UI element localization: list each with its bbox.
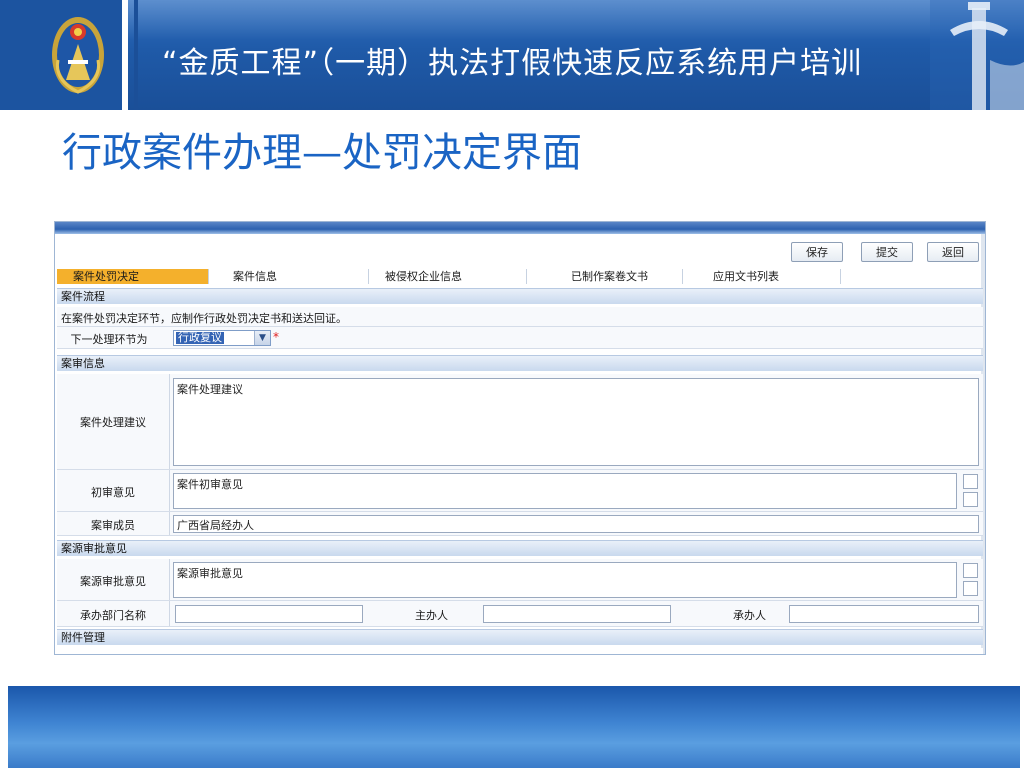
tab-penalty-decision[interactable]: 案件处罚决定: [57, 269, 209, 284]
app-topbar: [55, 222, 985, 234]
section-case-flow: 案件流程: [57, 288, 983, 304]
section-source-approval: 案源审批意见: [57, 540, 983, 556]
first-opinion-expand-icon[interactable]: [963, 474, 978, 489]
column-divider: [169, 512, 170, 535]
first-opinion-label: 初审意见: [91, 486, 135, 499]
next-step-select[interactable]: 行政复议 ▼: [173, 330, 271, 346]
source-approval-textarea[interactable]: 案源审批意见: [173, 562, 957, 598]
header-title: “金质工程”（一期）执法打假快速反应系统用户培训: [162, 46, 863, 81]
tab-case-info[interactable]: 案件信息: [209, 269, 369, 284]
chevron-down-icon[interactable]: ▼: [254, 331, 270, 345]
emblem-logo-icon: [52, 17, 104, 94]
handler-field[interactable]: [789, 605, 979, 623]
section-case-review-label: 案审信息: [61, 357, 105, 370]
column-divider: [169, 374, 170, 469]
source-approval-collapse-icon[interactable]: [963, 581, 978, 596]
handler-label: 承办人: [733, 609, 766, 622]
tab-infringed-company[interactable]: 被侵权企业信息: [369, 269, 527, 284]
app-window: 保存 提交 返回 案件处罚决定 案件信息 被侵权企业信息 已制作案卷文书 应用文…: [54, 221, 986, 655]
attachments-header-row: [57, 648, 983, 654]
header-shine: [0, 0, 1024, 40]
first-opinion-textarea[interactable]: 案件初审意见: [173, 473, 957, 509]
members-label: 案审成员: [91, 519, 135, 532]
source-approval-label: 案源审批意见: [80, 575, 146, 588]
slide: “金质工程”（一期）执法打假快速反应系统用户培训 行政案件办理—处罚决定界面 保…: [0, 0, 1024, 768]
tab-made-documents[interactable]: 已制作案卷文书: [527, 269, 683, 284]
next-step-row: 下一处理环节为 行政复议 ▼ *: [57, 327, 983, 349]
suggestion-label: 案件处理建议: [80, 416, 146, 429]
save-button[interactable]: 保存: [791, 242, 843, 262]
tab-bar: 案件处罚决定 案件信息 被侵权企业信息 已制作案卷文书 应用文书列表: [57, 269, 983, 284]
suggestion-textarea[interactable]: 案件处理建议: [173, 378, 979, 466]
section-case-review: 案审信息: [57, 355, 983, 371]
section-case-flow-label: 案件流程: [61, 290, 105, 303]
column-divider: [169, 601, 170, 626]
back-button[interactable]: 返回: [927, 242, 979, 262]
first-opinion-row: 初审意见 案件初审意见: [57, 470, 983, 512]
next-step-selected: 行政复议: [176, 331, 224, 344]
members-row: 案审成员 广西省局经办人: [57, 512, 983, 536]
section-source-approval-label: 案源审批意见: [61, 542, 127, 555]
required-mark-icon: *: [273, 330, 279, 344]
first-opinion-collapse-icon[interactable]: [963, 492, 978, 507]
flow-notice-text: 在案件处罚决定环节，应制作行政处罚决定书和送达回证。: [61, 312, 347, 325]
header-divider: [134, 0, 138, 110]
logo-panel: [0, 0, 128, 110]
members-field[interactable]: 广西省局经办人: [173, 515, 979, 533]
tab-document-list[interactable]: 应用文书列表: [683, 269, 841, 284]
toolbar: 保存 提交 返回: [55, 234, 985, 266]
source-approval-row: 案源审批意见 案源审批意见: [57, 559, 983, 601]
source-approval-expand-icon[interactable]: [963, 563, 978, 578]
suggestion-row: 案件处理建议 案件处理建议: [57, 374, 983, 470]
section-attachments: 附件管理: [57, 629, 983, 645]
handling-row: 承办部门名称 主办人 承办人: [57, 601, 983, 627]
slide-title: 行政案件办理—处罚决定界面: [62, 130, 582, 176]
footer-band: [8, 686, 1020, 768]
next-step-label: 下一处理环节为: [70, 333, 148, 346]
host-field[interactable]: [483, 605, 671, 623]
header-band: “金质工程”（一期）执法打假快速反应系统用户培训: [0, 0, 1024, 110]
column-divider: [169, 559, 170, 600]
huabiao-pillar-icon: [930, 0, 1024, 110]
host-label: 主办人: [415, 609, 448, 622]
dept-label: 承办部门名称: [80, 609, 146, 622]
section-attachments-label: 附件管理: [61, 631, 105, 644]
flow-notice-row: 在案件处罚决定环节，应制作行政处罚决定书和送达回证。: [57, 307, 983, 327]
dept-field[interactable]: [175, 605, 363, 623]
submit-button[interactable]: 提交: [861, 242, 913, 262]
column-divider: [169, 470, 170, 511]
